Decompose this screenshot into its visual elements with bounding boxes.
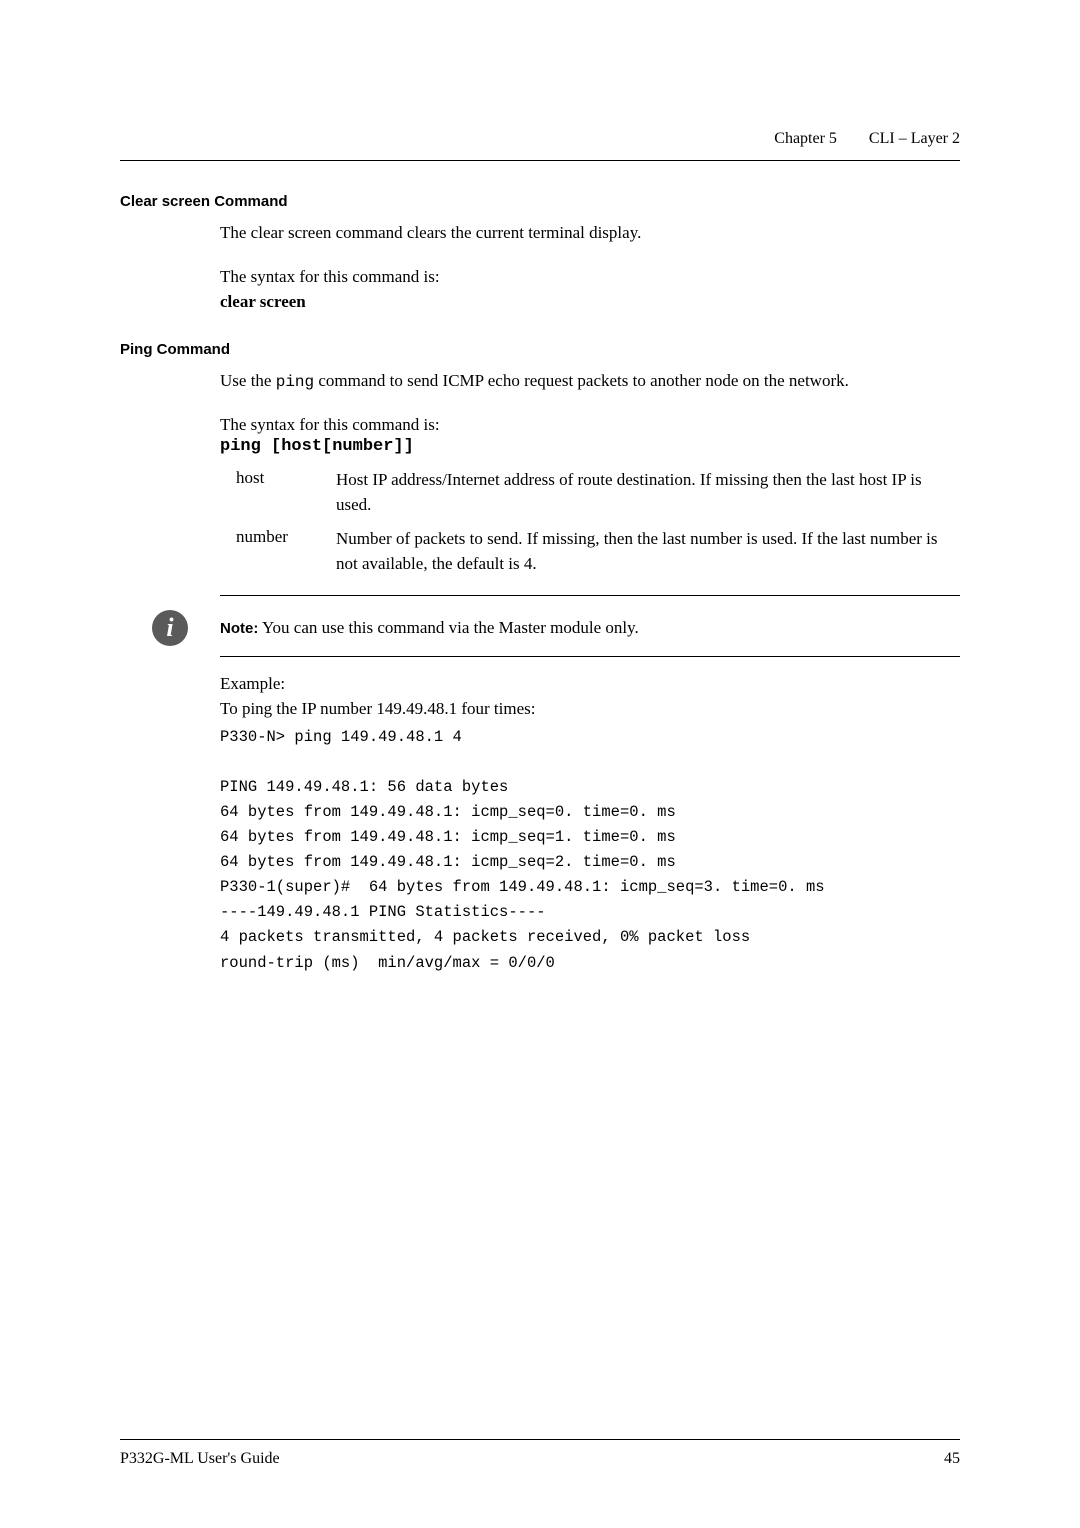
note-divider-bottom bbox=[220, 656, 960, 657]
note-label: Note: bbox=[220, 620, 258, 637]
note-body: You can use this command via the Master … bbox=[258, 618, 638, 637]
param-name-number: number bbox=[236, 527, 336, 576]
example-section: Example: To ping the IP number 149.49.48… bbox=[220, 671, 960, 976]
ping-content: Use the ping command to send ICMP echo r… bbox=[220, 368, 960, 577]
syntax-intro-text: The syntax for this command is: bbox=[220, 264, 960, 290]
param-desc-host: Host IP address/Internet address of rout… bbox=[336, 468, 960, 517]
ping-syntax-intro: The syntax for this command is: bbox=[220, 412, 960, 438]
ping-desc-post: command to send ICMP echo request packet… bbox=[314, 371, 849, 390]
chapter-number: Chapter 5 bbox=[774, 130, 837, 147]
param-name-host: host bbox=[236, 468, 336, 517]
clear-screen-syntax: clear screen bbox=[220, 289, 960, 315]
ping-section: Ping Command Use the ping command to sen… bbox=[120, 341, 960, 976]
clear-screen-content: The clear screen command clears the curr… bbox=[220, 220, 960, 315]
chapter-title: CLI – Layer 2 bbox=[869, 130, 960, 147]
footer-page-number: 45 bbox=[944, 1450, 960, 1468]
page-header: Chapter 5 CLI – Layer 2 bbox=[120, 130, 960, 161]
clear-screen-description: The clear screen command clears the curr… bbox=[220, 220, 960, 246]
note-row: i Note: You can use this command via the… bbox=[120, 610, 960, 646]
param-row-number: number Number of packets to send. If mis… bbox=[236, 527, 960, 576]
note-divider-top bbox=[220, 595, 960, 596]
clear-screen-section: Clear screen Command The clear screen co… bbox=[120, 193, 960, 315]
ping-heading: Ping Command bbox=[120, 341, 960, 358]
example-code: P330-N> ping 149.49.48.1 4 PING 149.49.4… bbox=[220, 725, 960, 976]
footer-left: P332G-ML User's Guide bbox=[120, 1450, 280, 1468]
ping-desc-pre: Use the bbox=[220, 371, 276, 390]
clear-screen-heading: Clear screen Command bbox=[120, 193, 960, 210]
ping-param-table: host Host IP address/Internet address of… bbox=[236, 468, 960, 577]
param-row-host: host Host IP address/Internet address of… bbox=[236, 468, 960, 517]
param-desc-number: Number of packets to send. If missing, t… bbox=[336, 527, 960, 576]
ping-command-text: ping bbox=[276, 373, 314, 391]
page-footer: P332G-ML User's Guide 45 bbox=[120, 1439, 960, 1468]
info-icon: i bbox=[152, 610, 188, 646]
note-text: Note: You can use this command via the M… bbox=[220, 618, 639, 638]
note-block: i Note: You can use this command via the… bbox=[120, 595, 960, 657]
example-intro: To ping the IP number 149.49.48.1 four t… bbox=[220, 696, 960, 722]
ping-syntax: ping [host[number]] bbox=[220, 437, 960, 456]
example-label: Example: bbox=[220, 671, 960, 697]
note-icon-wrapper: i bbox=[120, 610, 220, 646]
ping-description: Use the ping command to send ICMP echo r… bbox=[220, 368, 960, 394]
